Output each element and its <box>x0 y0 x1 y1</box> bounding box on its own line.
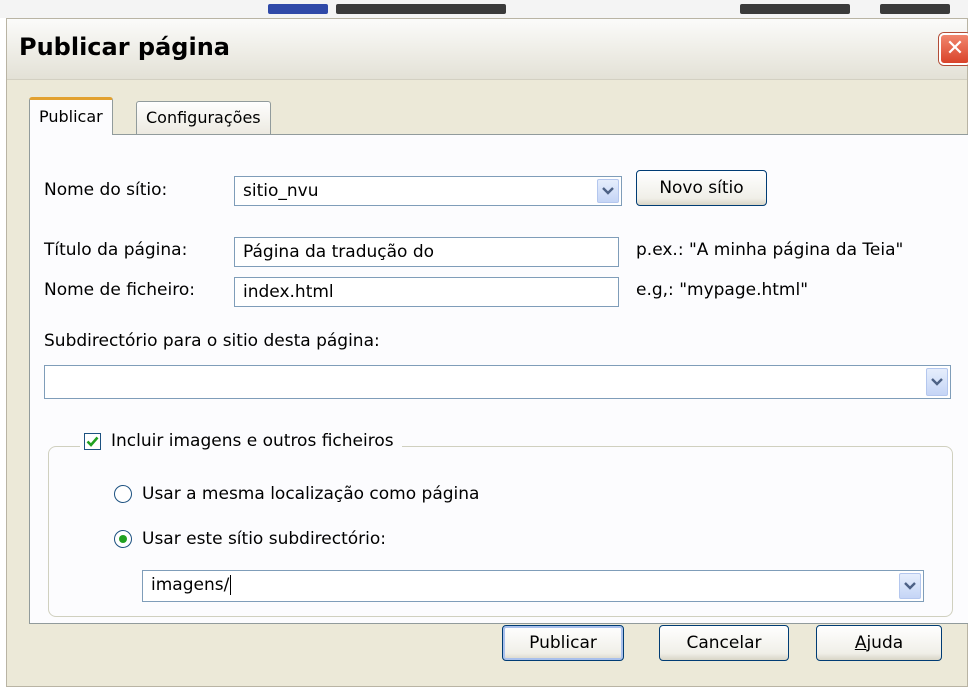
radio-subdirectory-row[interactable]: Usar este sítio subdirectório: <box>114 529 386 549</box>
radio-selected-dot <box>119 535 127 543</box>
site-name-value: sitio_nvu <box>243 181 319 201</box>
checkmark-icon <box>86 436 99 447</box>
text-caret <box>230 575 232 595</box>
tab-configuracoes[interactable]: Configurações <box>136 101 271 135</box>
publish-button[interactable]: Publicar <box>502 625 624 661</box>
radio-same-location-label: Usar a mesma localização como página <box>142 484 480 504</box>
tab-label: Configurações <box>146 108 261 127</box>
background-fragment <box>268 4 328 14</box>
cancel-button[interactable]: Cancelar <box>659 625 789 661</box>
help-button[interactable]: Ajuda <box>816 625 942 661</box>
subdirectory-select[interactable] <box>44 365 951 399</box>
new-site-button[interactable]: Novo sítio <box>636 170 767 206</box>
background-fragment <box>740 4 850 14</box>
images-subdirectory-value: imagens/ <box>151 575 230 595</box>
filename-value: index.html <box>243 282 334 302</box>
background-window-strip <box>0 0 968 18</box>
tab-label: Publicar <box>39 107 103 126</box>
radio-same-location[interactable] <box>114 485 132 503</box>
include-images-checkbox[interactable] <box>84 432 101 450</box>
page-title-hint: p.ex.: "A minha página da Teia" <box>636 240 904 260</box>
dialog-title: Publicar página <box>19 33 230 61</box>
publish-page-dialog: Publicar página ✕ Publicar Configurações… <box>6 18 968 687</box>
filename-input[interactable]: index.html <box>234 277 619 307</box>
site-name-select[interactable]: sitio_nvu <box>234 176 622 206</box>
help-accelerator: A <box>854 633 867 653</box>
include-images-checkbox-row[interactable]: Incluir imagens e outros ficheiros <box>80 427 402 455</box>
radio-same-location-row[interactable]: Usar a mesma localização como página <box>114 484 479 504</box>
filename-hint: e.g,: "mypage.html" <box>636 280 809 300</box>
background-fragment <box>880 4 950 14</box>
close-button[interactable]: ✕ <box>939 33 968 65</box>
site-name-label: Nome do sítio: <box>44 180 168 200</box>
page-title-label: Título da página: <box>44 240 188 260</box>
page-title-input[interactable]: Página da tradução do <box>234 237 619 267</box>
radio-subdirectory-label: Usar este sítio subdirectório: <box>142 529 386 549</box>
subdirectory-dropdown-button[interactable] <box>926 368 948 396</box>
close-icon: ✕ <box>945 36 965 61</box>
chevron-down-icon <box>602 187 614 195</box>
filename-label: Nome de ficheiro: <box>44 280 195 300</box>
chevron-down-icon <box>931 378 943 386</box>
page-title-value: Página da tradução do <box>243 242 435 262</box>
images-subdirectory-dropdown-button[interactable] <box>899 573 921 599</box>
radio-subdirectory[interactable] <box>114 530 132 548</box>
help-label: juda <box>866 633 904 653</box>
tab-panel-publicar: Nome do sítio: sitio_nvu Novo sítio Títu… <box>29 134 968 624</box>
tab-publicar[interactable]: Publicar <box>29 97 113 135</box>
include-images-label: Incluir imagens e outros ficheiros <box>111 431 394 451</box>
site-name-dropdown-button[interactable] <box>597 179 619 203</box>
images-subdirectory-select[interactable]: imagens/ <box>142 570 924 602</box>
subdirectory-label: Subdirectório para o sitio desta página: <box>44 331 380 351</box>
background-fragment <box>336 4 506 14</box>
chevron-down-icon <box>904 582 916 590</box>
title-bar[interactable]: Publicar página ✕ <box>7 19 968 80</box>
